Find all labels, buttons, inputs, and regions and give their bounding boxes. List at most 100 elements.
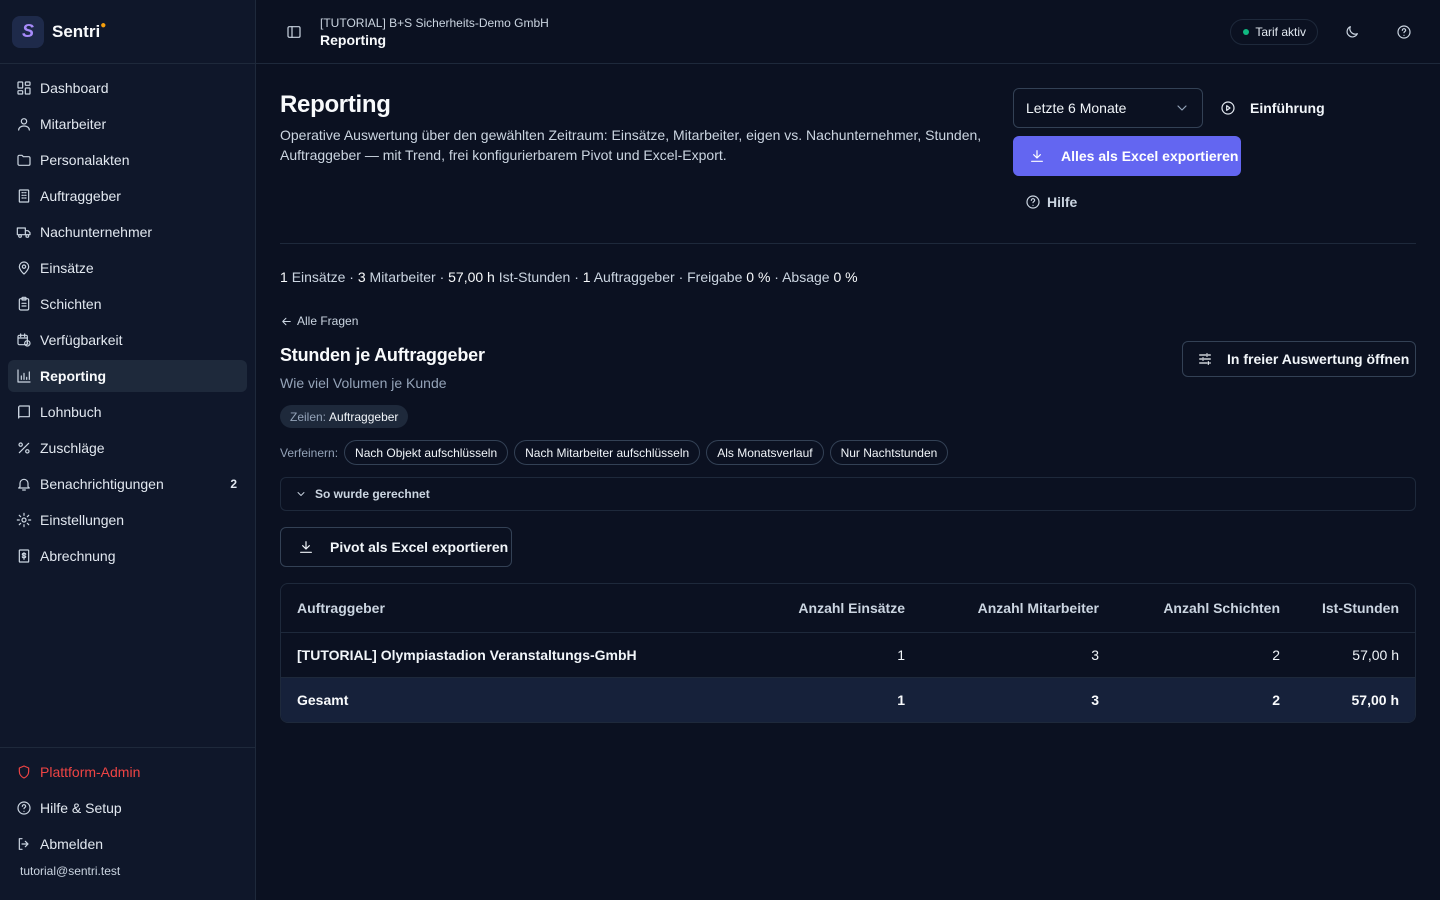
- sidebar-item-label: Verfügbarkeit: [40, 332, 123, 348]
- calculation-disclosure[interactable]: So wurde gerechnet: [280, 477, 1416, 511]
- sidebar-item-label: Dashboard: [40, 80, 109, 96]
- date-range-select[interactable]: Letzte 6 Monate: [1013, 88, 1203, 128]
- sidebar-footer: Plattform-Admin Hilfe & Setup Abmelden t…: [0, 747, 255, 900]
- download-icon: [298, 539, 314, 555]
- theme-toggle-button[interactable]: [1336, 16, 1368, 48]
- pivot-excel-export-button[interactable]: Pivot als Excel exportieren: [280, 527, 512, 567]
- sidebar-item-label: Auftraggeber: [40, 188, 121, 204]
- sidebar-item-lohnbuch[interactable]: Lohnbuch: [8, 396, 247, 428]
- sidebar-item-schichten[interactable]: Schichten: [8, 288, 247, 320]
- sidebar-item-abrechnung[interactable]: Abrechnung: [8, 540, 247, 572]
- table-cell: [TUTORIAL] Olympiastadion Veranstaltungs…: [297, 647, 637, 663]
- refine-chip-monatsverlauf[interactable]: Als Monatsverlauf: [706, 440, 824, 465]
- tarif-status-badge[interactable]: Tarif aktiv: [1230, 18, 1318, 45]
- sidebar-item-personalakten[interactable]: Personalakten: [8, 144, 247, 176]
- sidebar-item-label: Reporting: [40, 368, 107, 384]
- book-icon: [16, 404, 32, 420]
- sidebar-item-label: Benachrichtigungen: [40, 476, 164, 492]
- receipt-icon: [16, 548, 32, 564]
- page-title: Reporting: [280, 91, 391, 118]
- rows-dimension-chip: Zeilen: Auftraggeber: [280, 405, 409, 428]
- table-cell: 2: [1272, 692, 1280, 708]
- app-logo: S: [12, 15, 44, 48]
- table-row: [TUTORIAL] Olympiastadion Veranstaltungs…: [281, 632, 1415, 677]
- refine-chip-objekt[interactable]: Nach Objekt aufschlüsseln: [344, 440, 509, 465]
- pivot-table: Auftraggeber Anzahl Einsätze Anzahl Mita…: [280, 583, 1416, 723]
- summary-stats: 1 Einsätze · 3 Mitarbeiter · 57,00 h Ist…: [280, 269, 858, 285]
- sidebar-item-label: Personalakten: [40, 152, 130, 168]
- refine-chip-mitarbeiter[interactable]: Nach Mitarbeiter aufschlüsseln: [514, 440, 701, 465]
- date-range-value: Letzte 6 Monate: [1026, 100, 1127, 116]
- help-circle-icon: [1396, 24, 1412, 40]
- stat-separator: ·: [349, 269, 354, 285]
- export-all-excel-button[interactable]: Alles als Excel exportieren: [1013, 136, 1241, 176]
- chevron-down-icon: [295, 488, 307, 500]
- sidebar-nav: Dashboard Mitarbeiter Personalakten Auft…: [0, 64, 255, 572]
- column-header[interactable]: Ist-Stunden: [1280, 600, 1415, 616]
- play-circle-icon: [1220, 100, 1236, 116]
- column-header[interactable]: Anzahl Mitarbeiter: [905, 600, 1099, 616]
- sidebar: S Sentri● Dashboard Mitarbeiter Personal…: [0, 0, 256, 900]
- sidebar-item-mitarbeiter[interactable]: Mitarbeiter: [8, 108, 247, 140]
- bar-chart-icon: [16, 368, 32, 384]
- back-to-questions-link[interactable]: Alle Fragen: [280, 314, 358, 328]
- refine-label: Verfeinern:: [280, 445, 339, 460]
- export-all-label: Alles als Excel exportieren: [1061, 148, 1239, 164]
- open-free-analysis-button[interactable]: In freier Auswertung öffnen: [1182, 341, 1416, 377]
- sidebar-item-hilfe-setup[interactable]: Hilfe & Setup: [8, 792, 247, 824]
- brand[interactable]: S Sentri●: [0, 0, 255, 64]
- sidebar-item-einstellungen[interactable]: Einstellungen: [8, 504, 247, 536]
- help-circle-icon: [16, 800, 32, 816]
- stat-stunden-label: Ist-Stunden: [498, 269, 571, 285]
- stat-absage-value: 0 %: [833, 269, 858, 285]
- breadcrumb-page: Reporting: [320, 31, 387, 48]
- sidebar-item-reporting[interactable]: Reporting: [8, 360, 247, 392]
- top-header: [TUTORIAL] B+S Sicherheits-Demo GmbH Rep…: [256, 0, 1440, 64]
- back-link-label: Alle Fragen: [297, 314, 359, 328]
- question-title: Stunden je Auftraggeber: [280, 345, 485, 365]
- header-actions: Tarif aktiv: [1230, 16, 1420, 48]
- column-header[interactable]: Anzahl Einsätze: [725, 600, 905, 616]
- column-header[interactable]: Auftraggeber: [281, 600, 725, 616]
- table-cell: 2: [1272, 647, 1280, 663]
- refine-chip-nachtstunden[interactable]: Nur Nachtstunden: [829, 440, 949, 465]
- arrow-left-icon: [280, 315, 293, 328]
- dashboard-icon: [16, 80, 32, 96]
- sidebar-item-verfuegbarkeit[interactable]: Verfügbarkeit: [8, 324, 247, 356]
- download-icon: [1029, 148, 1045, 164]
- page-header: Reporting Operative Auswertung über den …: [280, 64, 1416, 244]
- table-cell: 1: [897, 647, 905, 663]
- tarif-status-label: Tarif aktiv: [1255, 24, 1306, 39]
- stat-auftraggeber-label: Auftraggeber: [593, 269, 675, 285]
- help-button[interactable]: [1388, 16, 1420, 48]
- sidebar-item-abmelden[interactable]: Abmelden: [8, 828, 247, 860]
- folder-icon: [16, 152, 32, 168]
- sidebar-item-plattform-admin[interactable]: Plattform-Admin: [8, 756, 247, 788]
- sidebar-item-auftraggeber[interactable]: Auftraggeber: [8, 180, 247, 212]
- sidebar-item-label: Schichten: [40, 296, 102, 312]
- users-icon: [16, 116, 32, 132]
- main-content: Reporting Operative Auswertung über den …: [280, 64, 1416, 723]
- column-header[interactable]: Anzahl Schichten: [1099, 600, 1280, 616]
- logout-icon: [16, 836, 32, 852]
- notification-count-badge: 2: [230, 477, 237, 491]
- intro-label: Einführung: [1250, 100, 1325, 116]
- sidebar-item-dashboard[interactable]: Dashboard: [8, 72, 247, 104]
- sidebar-item-einsaetze[interactable]: Einsätze: [8, 252, 247, 284]
- sidebar-toggle-button[interactable]: [278, 16, 310, 48]
- table-cell: Gesamt: [297, 692, 349, 708]
- intro-button[interactable]: Einführung: [1220, 88, 1325, 128]
- stat-separator: ·: [439, 269, 445, 285]
- table-cell: 3: [1091, 692, 1099, 708]
- clipboard-icon: [16, 296, 32, 312]
- help-label: Hilfe: [1047, 194, 1078, 210]
- stat-mitarbeiter-value: 3: [357, 269, 366, 285]
- sidebar-item-zuschlaege[interactable]: Zuschläge: [8, 432, 247, 464]
- status-dot: [1243, 28, 1250, 35]
- sidebar-item-benachrichtigungen[interactable]: Benachrichtigungen 2: [8, 468, 247, 500]
- stat-freigabe-value: 0 %: [746, 269, 771, 285]
- help-link-button[interactable]: Hilfe: [1025, 192, 1077, 212]
- sidebar-item-nachunternehmer[interactable]: Nachunternehmer: [8, 216, 247, 248]
- sidebar-item-label: Hilfe & Setup: [40, 800, 122, 816]
- table-header-row: Auftraggeber Anzahl Einsätze Anzahl Mita…: [281, 584, 1415, 632]
